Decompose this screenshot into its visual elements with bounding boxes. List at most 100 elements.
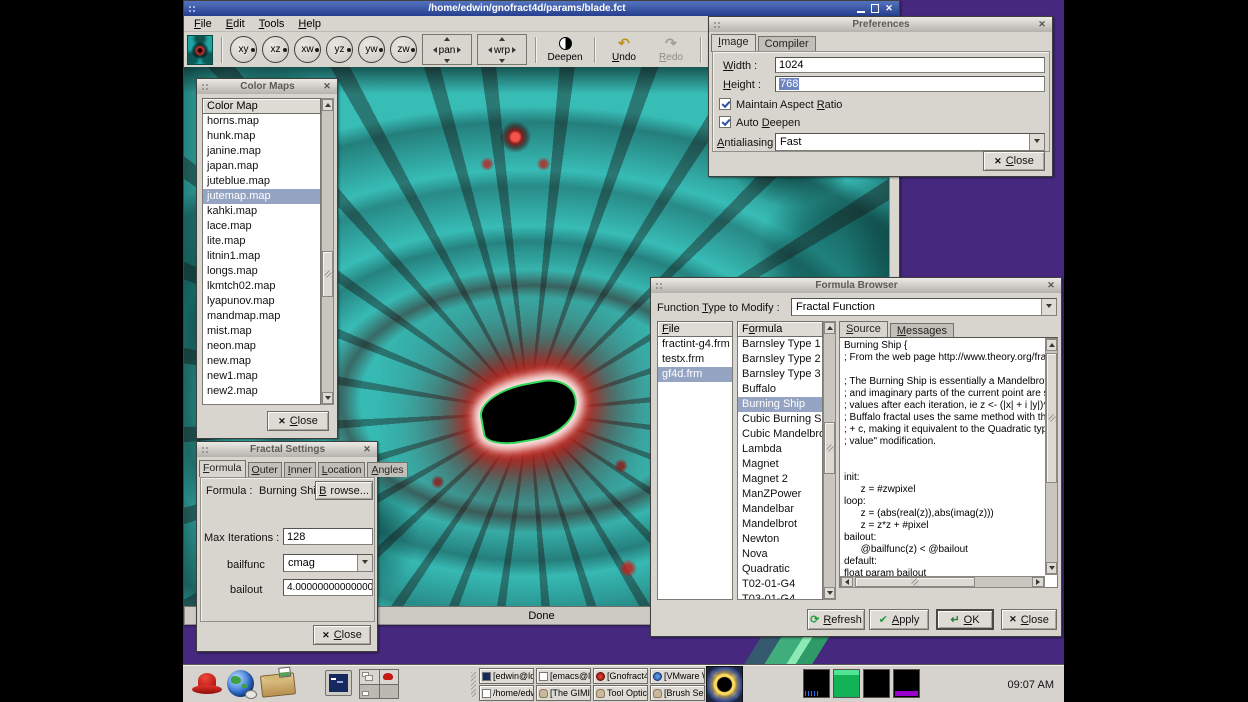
taskbar-window-emacs[interactable]: [emacs@l — [536, 668, 591, 684]
close-icon[interactable]: ✕ — [883, 3, 895, 14]
workspace-switcher[interactable] — [359, 669, 399, 699]
list-item[interactable]: new.map — [203, 354, 320, 369]
list-item[interactable]: Barnsley Type 2 — [738, 352, 822, 367]
warp-control[interactable]: wrp — [477, 34, 527, 65]
close-icon[interactable]: ✕ — [361, 444, 373, 455]
warp-up-icon[interactable] — [499, 34, 505, 41]
apply-button[interactable]: ✔ Apply — [869, 609, 929, 630]
fractal-settings-close-button[interactable]: ✕ Close — [313, 625, 371, 645]
applet-4[interactable] — [893, 669, 920, 698]
list-item[interactable]: japan.map — [203, 159, 320, 174]
warp-right-icon[interactable] — [512, 47, 519, 53]
tab-outer[interactable]: Outer — [248, 462, 282, 477]
close-icon[interactable]: ✕ — [1036, 19, 1048, 30]
menu-help[interactable]: Help — [292, 17, 327, 31]
list-item[interactable]: new1.map — [203, 369, 320, 384]
list-item-selected[interactable]: Burning Ship — [738, 397, 822, 412]
list-item[interactable]: ManZPower — [738, 487, 822, 502]
dial-yw[interactable]: yw — [358, 36, 385, 63]
tab-angles[interactable]: Angles — [367, 462, 407, 477]
applet-3[interactable] — [863, 669, 890, 698]
list-item[interactable]: mandmap.map — [203, 309, 320, 324]
browse-button[interactable]: Browse... — [315, 481, 373, 500]
antialiasing-combo[interactable]: Fast — [775, 133, 1045, 151]
list-item[interactable]: fractint-g4.frm — [658, 337, 732, 352]
colormaps-close-button[interactable]: ✕ Close — [267, 411, 329, 431]
list-item[interactable]: Quadratic — [738, 562, 822, 577]
list-item[interactable]: lkmtch02.map — [203, 279, 320, 294]
list-item[interactable]: lace.map — [203, 219, 320, 234]
list-item[interactable]: Cubic Mandelbrot — [738, 427, 822, 442]
auto-deepen-checkbox[interactable] — [719, 116, 731, 128]
tab-location[interactable]: Location — [318, 462, 366, 477]
taskbar-window-vmware[interactable]: [VMware W — [650, 668, 705, 684]
function-type-combo[interactable]: Fractal Function — [791, 298, 1057, 316]
colormaps-titlebar[interactable]: Color Maps ✕ — [197, 79, 337, 94]
list-item[interactable]: new2.map — [203, 384, 320, 399]
list-item[interactable]: mist.map — [203, 324, 320, 339]
formula-browser-titlebar[interactable]: Formula Browser ✕ — [651, 278, 1061, 293]
file-column-header[interactable]: File — [657, 321, 733, 337]
terminal-icon[interactable] — [325, 670, 352, 696]
maintain-aspect-checkbox[interactable] — [719, 98, 731, 110]
email-icon[interactable] — [260, 672, 296, 697]
list-item[interactable]: Lambda — [738, 442, 822, 457]
scrollbar-thumb[interactable] — [855, 577, 975, 587]
close-icon[interactable]: ✕ — [1045, 280, 1057, 291]
max-iterations-input[interactable]: 128 — [283, 528, 373, 545]
list-item[interactable]: Barnsley Type 3 — [738, 367, 822, 382]
chevron-down-icon[interactable] — [1041, 299, 1056, 315]
formula-list-scrollbar[interactable] — [823, 321, 836, 600]
ok-button[interactable]: ↵ OK — [936, 609, 994, 630]
list-item[interactable]: lite.map — [203, 234, 320, 249]
list-item[interactable]: Mandelbar — [738, 502, 822, 517]
list-item[interactable]: Buffalo — [738, 382, 822, 397]
colormap-scrollbar[interactable] — [321, 98, 334, 405]
menu-tools[interactable]: Tools — [253, 17, 291, 31]
source-vscrollbar[interactable] — [1045, 338, 1058, 575]
formula-browser-close-button[interactable]: ✕ Close — [1001, 609, 1057, 630]
dial-zw[interactable]: zw — [390, 36, 417, 63]
list-item[interactable]: Mandelbrot — [738, 517, 822, 532]
workspace-4[interactable] — [380, 685, 399, 699]
web-browser-icon[interactable] — [227, 670, 254, 697]
list-item[interactable]: T03-01-G4 — [738, 592, 822, 600]
clock[interactable]: 09:07 AM — [1008, 666, 1054, 702]
list-item[interactable]: hunk.map — [203, 129, 320, 144]
chevron-down-icon[interactable] — [357, 555, 372, 571]
list-item[interactable]: longs.map — [203, 264, 320, 279]
source-pane[interactable]: Burning Ship { ; From the web page http:… — [839, 337, 1058, 588]
formula-column-header[interactable]: Formula — [737, 321, 823, 337]
scrollbar-thumb[interactable] — [322, 251, 333, 297]
main-titlebar[interactable]: /home/edwin/gnofract4d/params/blade.fct … — [184, 1, 899, 16]
list-item[interactable]: Nova — [738, 547, 822, 562]
redhat-menu-icon[interactable] — [191, 670, 223, 698]
undo-button[interactable]: ↶ Undo — [603, 36, 645, 63]
pan-left-icon[interactable] — [430, 47, 437, 53]
list-item[interactable]: juteblue.map — [203, 174, 320, 189]
dial-xw[interactable]: xw — [294, 36, 321, 63]
list-item[interactable]: Newton — [738, 532, 822, 547]
height-input[interactable]: 768 — [775, 76, 1045, 92]
tab-formula[interactable]: Formula — [199, 460, 246, 477]
redo-button[interactable]: ↷ Redo — [650, 36, 692, 63]
menu-edit[interactable]: Edit — [220, 17, 251, 31]
list-item-selected[interactable]: gf4d.frm — [658, 367, 732, 382]
dial-xy[interactable]: xy — [230, 36, 257, 63]
list-item[interactable]: horns.map — [203, 114, 320, 129]
list-item[interactable]: T02-01-G4 — [738, 577, 822, 592]
pan-right-icon[interactable] — [457, 47, 464, 53]
list-item[interactable]: neon.map — [203, 339, 320, 354]
list-item[interactable]: Magnet — [738, 457, 822, 472]
system-monitor-applet[interactable] — [803, 669, 830, 698]
taskbar-window-terminal[interactable]: [edwin@lc — [479, 668, 534, 684]
list-item[interactable]: Barnsley Type 1 — [738, 337, 822, 352]
width-input[interactable]: 1024 — [775, 57, 1045, 73]
minimize-icon[interactable] — [855, 3, 867, 14]
dial-xz[interactable]: xz — [262, 36, 289, 63]
scrollbar-thumb[interactable] — [824, 422, 835, 474]
menu-file[interactable]: File — [188, 17, 218, 31]
chevron-down-icon[interactable] — [1029, 134, 1044, 150]
fractal-thumbnail[interactable] — [706, 666, 743, 702]
workspace-3[interactable] — [360, 685, 379, 699]
